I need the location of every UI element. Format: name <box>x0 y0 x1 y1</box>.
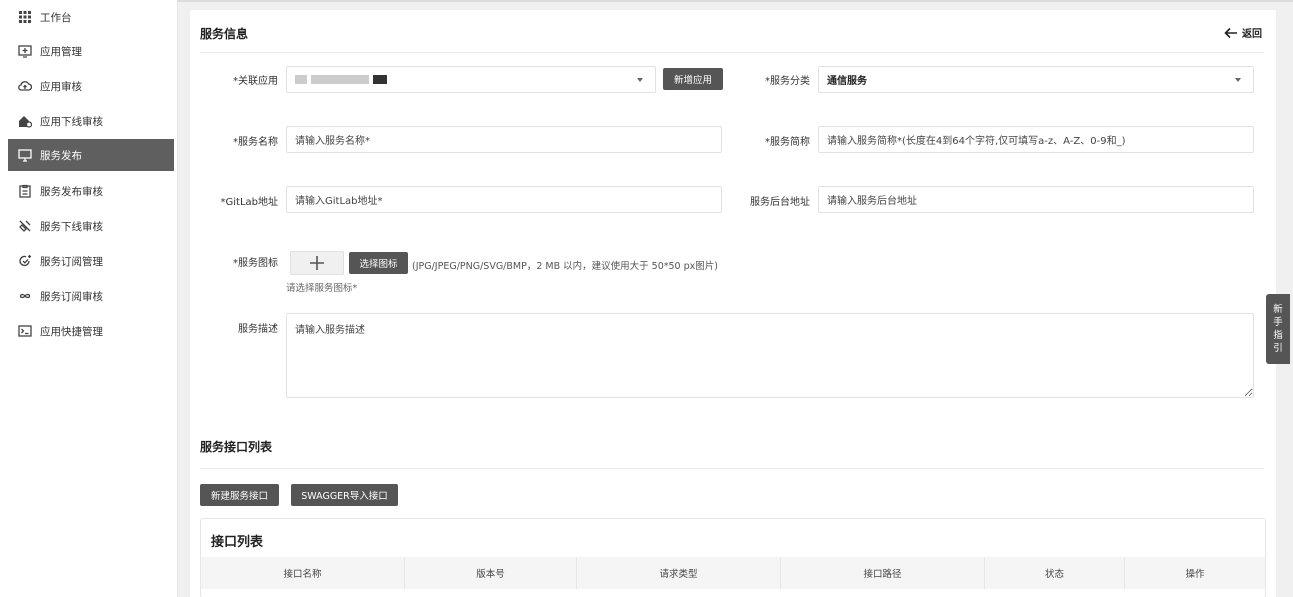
sidebar-item-label: 服务下线审核 <box>40 220 103 233</box>
terminal-icon <box>18 324 32 338</box>
category-label: *服务分类 <box>765 76 810 87</box>
new-interface-button[interactable]: 新建服务接口 <box>200 484 279 506</box>
category-select[interactable]: 通信服务 <box>818 66 1254 93</box>
grid-icon <box>18 10 32 24</box>
service-name-input[interactable]: 请输入服务名称* <box>286 126 722 153</box>
table-header: 接口名称 版本号 请求类型 接口路径 状态 操作 <box>201 557 1265 589</box>
sidebar-item-service-offline-review[interactable]: 服务下线审核 <box>8 210 174 242</box>
offline-review-icon <box>18 114 32 128</box>
sidebar-item-label: 工作台 <box>40 11 72 24</box>
column-header-name: 接口名称 <box>201 557 405 589</box>
column-header-status: 状态 <box>985 557 1125 589</box>
clipboard-icon <box>18 184 32 198</box>
interface-list-panel: 接口列表 接口名称 版本号 请求类型 接口路径 状态 操作 <box>200 518 1266 597</box>
gitlab-label: *GitLab地址 <box>220 197 279 208</box>
service-description-label: 服务描述 <box>238 324 278 335</box>
plus-icon <box>310 256 324 270</box>
section-divider <box>200 52 1264 53</box>
column-header-actions: 操作 <box>1185 569 1205 580</box>
service-icon-label: *服务图标 <box>233 258 278 269</box>
service-form-card <box>190 10 1276 597</box>
sidebar-item-label: 应用管理 <box>40 45 82 58</box>
sidebar-item-label: 服务发布审核 <box>40 185 103 198</box>
sidebar-item-label: 应用快捷管理 <box>40 325 103 338</box>
sidebar-item-label: 服务订阅管理 <box>40 255 103 268</box>
sidebar-item-label: 服务发布 <box>40 149 82 162</box>
service-name-label: *服务名称 <box>233 137 278 148</box>
app-add-icon <box>18 44 32 58</box>
sidebar-item-label: 应用下线审核 <box>40 115 103 128</box>
back-button[interactable]: 返回 <box>1224 25 1279 40</box>
upload-icon-button[interactable] <box>290 251 344 275</box>
icon-format-hint: (JPG/JPEG/PNG/SVG/BMP，2 MB 以内，建议使用大于 50*… <box>412 261 718 272</box>
monitor-icon <box>18 148 32 162</box>
sidebar-item-service-publish[interactable]: 服务发布 <box>8 139 174 171</box>
related-app-label: *关联应用 <box>233 76 278 87</box>
caret-down-icon <box>1235 78 1241 82</box>
top-border <box>178 0 1293 2</box>
beginner-guide-tab[interactable]: 新 手 指 引 <box>1266 294 1290 364</box>
arrow-left-icon <box>1224 27 1237 38</box>
infinity-icon <box>18 289 32 303</box>
caret-down-icon <box>637 78 643 82</box>
sidebar-item-app-offline-review[interactable]: 应用下线审核 <box>8 105 174 137</box>
redacted-text <box>311 75 369 84</box>
sidebar-item-service-subscription-review[interactable]: 服务订阅审核 <box>8 280 174 312</box>
add-app-button[interactable]: 新增应用 <box>663 68 723 90</box>
redacted-text <box>295 75 307 84</box>
icon-required-hint: 请选择服务图标* <box>286 283 358 294</box>
gitlab-input[interactable]: 请输入GitLab地址* <box>286 186 722 213</box>
column-header-path: 接口路径 <box>781 557 985 589</box>
subscribe-icon <box>18 254 32 268</box>
sidebar-item-app-review[interactable]: 应用审核 <box>8 70 174 102</box>
interface-section-title: 服务接口列表 <box>200 440 273 454</box>
sidebar-item-workbench[interactable]: 工作台 <box>8 1 174 33</box>
sidebar-item-label: 应用审核 <box>40 80 82 93</box>
sidebar-item-app-management[interactable]: 应用管理 <box>8 35 174 67</box>
backend-address-label: 服务后台地址 <box>750 197 810 208</box>
section-divider <box>200 468 1264 469</box>
related-app-select[interactable] <box>286 66 656 93</box>
swagger-import-button[interactable]: SWAGGER导入接口 <box>291 484 398 506</box>
column-header-request-type: 请求类型 <box>577 557 781 589</box>
interface-list-title: 接口列表 <box>211 535 264 550</box>
sidebar-item-label: 服务订阅审核 <box>40 290 103 303</box>
backend-address-input[interactable]: 请输入服务后台地址 <box>818 186 1254 213</box>
choose-icon-button[interactable]: 选择图标 <box>349 252 408 274</box>
sidebar: 工作台 应用管理 应用审核 应用下线审核 服务发布 服务发布审核 服务下线审核 … <box>0 0 178 597</box>
sidebar-item-service-subscription-management[interactable]: 服务订阅管理 <box>8 245 174 277</box>
cloud-upload-icon <box>18 79 32 93</box>
unplug-icon <box>18 219 32 233</box>
short-name-input[interactable]: 请输入服务简称*(长度在4到64个字符,仅可填写a-z、A-Z、0-9和_) <box>818 126 1254 153</box>
short-name-label: *服务简称 <box>765 137 810 148</box>
column-header-version: 版本号 <box>405 557 577 589</box>
redacted-text <box>373 75 387 84</box>
sidebar-item-service-publish-review[interactable]: 服务发布审核 <box>8 175 174 207</box>
page-title: 服务信息 <box>200 27 249 41</box>
service-description-input[interactable] <box>286 313 1254 398</box>
sidebar-item-app-shortcut-management[interactable]: 应用快捷管理 <box>8 315 174 347</box>
